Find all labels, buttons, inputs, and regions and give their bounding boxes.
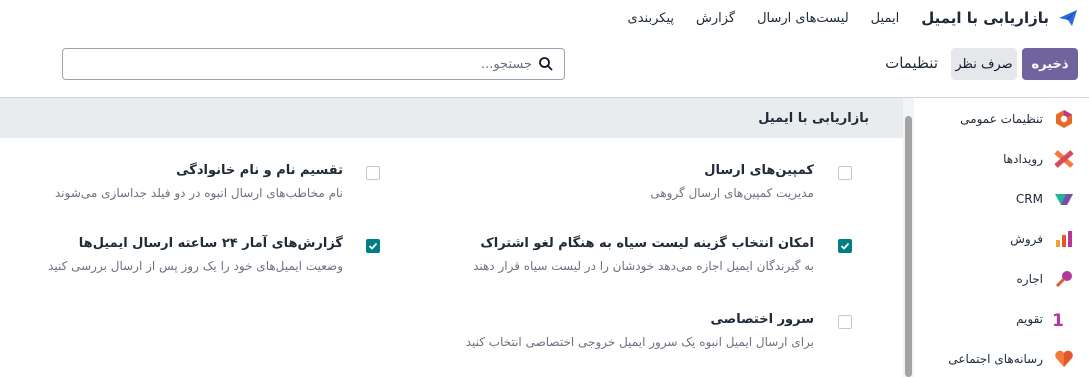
sidebar-item-crm[interactable]: CRM bbox=[904, 179, 1089, 219]
calendar-icon: 31 bbox=[1053, 308, 1075, 330]
nav-item-mailing-lists[interactable]: لیست‌های ارسال bbox=[757, 11, 849, 26]
setting-title: کمپین‌های ارسال bbox=[704, 163, 814, 178]
nav-item-reporting[interactable]: گزارش bbox=[696, 11, 735, 26]
setting-title: امکان انتخاب گزینه لیست سیاه به هنگام لغ… bbox=[480, 236, 814, 251]
sidebar-item-label: رویدادها bbox=[1003, 152, 1043, 166]
general-settings-icon bbox=[1053, 108, 1075, 130]
svg-text:1: 1 bbox=[1053, 311, 1064, 329]
sidebar-item-label: فروش bbox=[1010, 232, 1043, 246]
sidebar-item-label: CRM bbox=[1015, 192, 1043, 206]
email-marketing-app-icon[interactable] bbox=[1057, 7, 1079, 29]
settings-scrollbar[interactable] bbox=[903, 98, 914, 377]
setting-title: تقسیم نام و نام خانوادگی bbox=[176, 163, 343, 178]
sidebar-item-social-media[interactable]: رسانه‌های اجتماعی bbox=[904, 339, 1089, 377]
search-input[interactable] bbox=[92, 56, 532, 72]
setting-description: نام مخاطب‌های ارسال انبوه در دو فیلد جدا… bbox=[55, 186, 343, 200]
sidebar-item-calendar[interactable]: 31 تقویم bbox=[904, 299, 1089, 339]
nav-item-email[interactable]: ایمیل bbox=[871, 11, 900, 26]
breadcrumb: تنظیمات bbox=[885, 54, 938, 72]
app-title[interactable]: بازاریابی با ایمیل bbox=[921, 9, 1049, 27]
crm-icon bbox=[1053, 188, 1075, 210]
setting-title: سرور اختصاصی bbox=[710, 312, 815, 327]
sidebar-item-rental[interactable]: اجاره bbox=[904, 259, 1089, 299]
sidebar-item-general-settings[interactable]: تنظیمات عمومی bbox=[904, 99, 1089, 139]
sidebar-item-label: تقویم bbox=[1016, 312, 1043, 326]
sidebar-item-label: تنظیمات عمومی bbox=[960, 112, 1043, 126]
search-box[interactable] bbox=[62, 48, 565, 80]
setting-title: گزارش‌های آمار ۲۴ ساعته ارسال ایمیل‌ها bbox=[78, 236, 343, 251]
control-panel: ذخیره صرف نظر تنظیمات bbox=[0, 36, 1089, 98]
social-media-icon bbox=[1053, 348, 1075, 370]
checkmark-icon bbox=[840, 242, 850, 250]
sales-icon bbox=[1053, 228, 1075, 250]
nav-item-configuration[interactable]: پیکربندی bbox=[628, 11, 674, 26]
sidebar-item-label: اجاره bbox=[1016, 272, 1044, 286]
dedicated-server-checkbox[interactable] bbox=[838, 315, 852, 329]
save-button[interactable]: ذخیره bbox=[1022, 48, 1078, 80]
sidebar-item-sales[interactable]: فروش bbox=[904, 219, 1089, 259]
split-name-checkbox[interactable] bbox=[366, 166, 380, 180]
rental-icon bbox=[1053, 268, 1075, 290]
sidebar-item-label: رسانه‌های اجتماعی bbox=[948, 352, 1043, 366]
discard-button[interactable]: صرف نظر bbox=[951, 48, 1017, 80]
settings-sidebar: تنظیمات عمومی رویدادها CRM فروش اجاره 31… bbox=[904, 98, 1089, 377]
section-header: بازاریابی با ایمیل bbox=[0, 98, 903, 138]
setting-description: به گیرندگان ایمیل اجازه می‌دهد خودشان را… bbox=[473, 259, 814, 273]
checkmark-icon bbox=[368, 242, 378, 250]
setting-description: مدیریت کمپین‌های ارسال گروهی bbox=[650, 186, 814, 200]
sidebar-item-events[interactable]: رویدادها bbox=[904, 139, 1089, 179]
setting-description: وضعیت ایمیل‌های خود را یک روز پس از ارسا… bbox=[48, 259, 343, 273]
search-icon[interactable] bbox=[538, 56, 554, 72]
events-icon bbox=[1053, 148, 1075, 170]
scrollbar-thumb[interactable] bbox=[905, 116, 912, 377]
mailing-campaigns-checkbox[interactable] bbox=[838, 166, 852, 180]
setting-description: برای ارسال ایمیل انبوه یک سرور ایمیل خرو… bbox=[465, 335, 814, 349]
top-navbar: بازاریابی با ایمیل ایمیل لیست‌های ارسال … bbox=[0, 0, 1089, 36]
blacklist-option-checkbox[interactable] bbox=[838, 239, 852, 253]
24h-stats-checkbox[interactable] bbox=[366, 239, 380, 253]
